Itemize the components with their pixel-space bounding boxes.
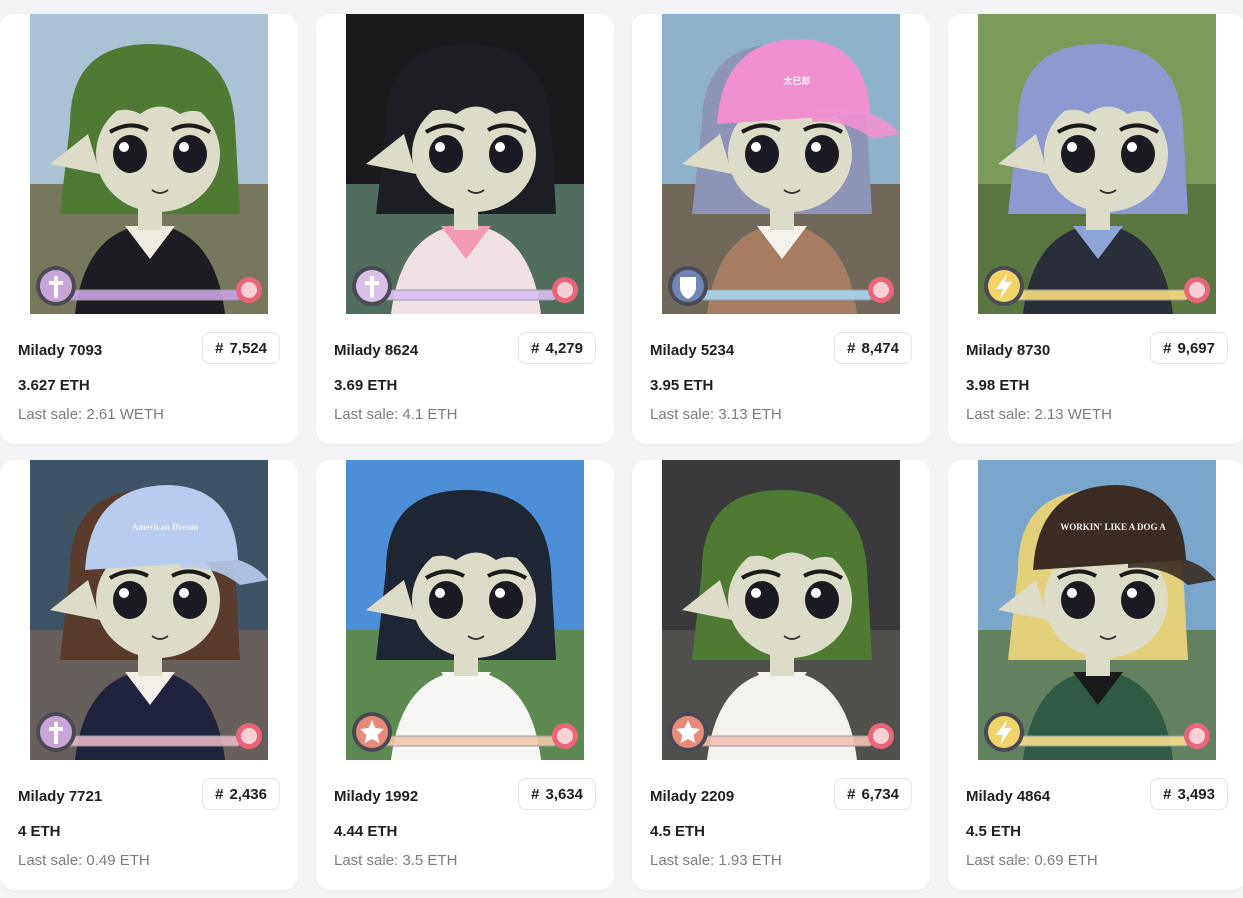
rank-hash: # [215,785,224,803]
nft-grid: Milady 7093 #7,524 3.627 ETH Last sale: 2.6… [0,0,1243,898]
last-sale-value: 2.61 WETH [86,406,164,423]
nft-name: Milady 8730 [966,342,1051,359]
svg-text:WORKIN' LIKE A DOG A: WORKIN' LIKE A DOG A [1060,522,1166,532]
rank-hash: # [847,785,856,803]
nft-name: Milady 7721 [18,788,103,805]
nft-card[interactable]: Milady 8624 #4,279 3.69 ETH Last sale: 4.1 … [316,14,614,444]
nft-card[interactable]: 太巳郎 Milady 5234 #8,474 3.95 ETH Last sale: 3… [632,14,930,444]
rank-badge: #9,697 [1150,332,1228,364]
rank-badge: #3,493 [1150,778,1228,810]
rank-hash: # [531,785,540,803]
nft-card[interactable]: WORKIN' LIKE A DOG A Milady 4864 #3,493 4.5… [948,460,1243,890]
rank-hash: # [1163,785,1172,803]
rank-value: 9,697 [1177,339,1215,357]
last-sale-value: 4.1 ETH [402,406,458,423]
rank-badge: #6,734 [834,778,912,810]
nft-name: Milady 7093 [18,342,103,359]
last-sale: Last sale: 0.49 ETH [18,852,150,869]
rank-badge: #3,634 [518,778,596,810]
last-sale-value: 0.69 ETH [1034,852,1098,869]
nft-price: 4.5 ETH [966,823,1022,840]
last-sale-label: Last sale: [334,406,399,423]
rank-hash: # [531,339,540,357]
nft-image[interactable]: American Dream [30,460,268,760]
rank-hash: # [1163,339,1172,357]
last-sale-label: Last sale: [650,406,715,423]
last-sale-label: Last sale: [966,852,1031,869]
rank-value: 3,493 [1177,785,1215,803]
nft-image[interactable]: WORKIN' LIKE A DOG A [978,460,1216,760]
rank-value: 7,524 [229,339,267,357]
nft-price: 4 ETH [18,823,61,840]
rank-badge: #7,524 [202,332,280,364]
last-sale-value: 3.5 ETH [402,852,458,869]
nft-price: 3.98 ETH [966,377,1030,394]
rank-value: 3,634 [545,785,583,803]
nft-card[interactable]: Milady 2209 #6,734 4.5 ETH Last sale: 1.93 … [632,460,930,890]
svg-text:太巳郎: 太巳郎 [782,75,810,86]
last-sale: Last sale: 4.1 ETH [334,406,457,423]
svg-text:American Dream: American Dream [132,522,199,532]
nft-image[interactable] [346,460,584,760]
last-sale-label: Last sale: [18,852,83,869]
last-sale-label: Last sale: [650,852,715,869]
rank-value: 6,734 [861,785,899,803]
rank-value: 2,436 [229,785,267,803]
rank-badge: #4,279 [518,332,596,364]
nft-card[interactable]: Milady 1992 #3,634 4.44 ETH Last sale: 3.5 … [316,460,614,890]
rank-hash: # [847,339,856,357]
last-sale: Last sale: 2.13 WETH [966,406,1112,423]
last-sale-value: 2.13 WETH [1034,406,1112,423]
last-sale: Last sale: 0.69 ETH [966,852,1098,869]
nft-price: 3.627 ETH [18,377,90,394]
nft-card[interactable]: Milady 8730 #9,697 3.98 ETH Last sale: 2.13… [948,14,1243,444]
rank-value: 4,279 [545,339,583,357]
last-sale-value: 3.13 ETH [718,406,782,423]
last-sale: Last sale: 3.5 ETH [334,852,457,869]
last-sale-label: Last sale: [334,852,399,869]
rank-value: 8,474 [861,339,899,357]
last-sale-label: Last sale: [18,406,83,423]
rank-badge: #2,436 [202,778,280,810]
nft-name: Milady 5234 [650,342,735,359]
nft-name: Milady 8624 [334,342,419,359]
last-sale-value: 0.49 ETH [86,852,150,869]
nft-price: 4.44 ETH [334,823,398,840]
rank-badge: #8,474 [834,332,912,364]
nft-image[interactable] [978,14,1216,314]
last-sale-label: Last sale: [966,406,1031,423]
nft-name: Milady 1992 [334,788,419,805]
nft-card[interactable]: Milady 7093 #7,524 3.627 ETH Last sale: 2.6… [0,14,298,444]
last-sale-value: 1.93 ETH [718,852,782,869]
nft-image[interactable] [662,460,900,760]
last-sale: Last sale: 2.61 WETH [18,406,164,423]
rank-hash: # [215,339,224,357]
nft-image[interactable] [30,14,268,314]
nft-image[interactable]: 太巳郎 [662,14,900,314]
nft-price: 4.5 ETH [650,823,706,840]
nft-name: Milady 2209 [650,788,735,805]
last-sale: Last sale: 3.13 ETH [650,406,782,423]
nft-card[interactable]: American Dream Milady 7721 #2,436 4 ETH Last… [0,460,298,890]
nft-price: 3.95 ETH [650,377,714,394]
nft-image[interactable] [346,14,584,314]
nft-name: Milady 4864 [966,788,1051,805]
last-sale: Last sale: 1.93 ETH [650,852,782,869]
nft-price: 3.69 ETH [334,377,398,394]
